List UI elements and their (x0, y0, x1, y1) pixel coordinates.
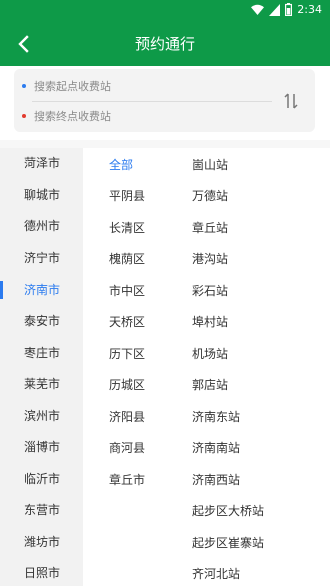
station-item[interactable]: 济南东站 (192, 405, 240, 429)
province-item[interactable]: 临沂市 (24, 467, 60, 491)
start-dot-icon (22, 84, 26, 88)
station-item[interactable]: 起步区大桥站 (192, 499, 264, 523)
station-item[interactable]: 崮山站 (192, 153, 228, 177)
province-item[interactable]: 东营市 (24, 498, 60, 522)
station-list: 崮山站 万德站 章丘站 港沟站 彩石站 埠村站 机场站 郭店站 济南东站 济南南… (170, 148, 330, 586)
start-station-input[interactable] (34, 79, 254, 93)
province-item[interactable]: 莱芜市 (24, 372, 60, 396)
province-item[interactable]: 枣庄市 (24, 341, 60, 365)
swap-button[interactable] (281, 91, 301, 111)
end-station-input[interactable] (34, 109, 254, 123)
district-item[interactable]: 济阳县 (109, 405, 145, 429)
district-item-selected[interactable]: 全部 (109, 153, 133, 177)
province-item-selected[interactable]: 济南市 (24, 278, 60, 302)
province-item[interactable]: 潍坊市 (24, 530, 60, 554)
district-item[interactable]: 长清区 (109, 216, 145, 240)
section-separator (0, 140, 330, 148)
station-item[interactable]: 埠村站 (192, 310, 228, 334)
back-button[interactable] (12, 32, 36, 56)
end-dot-icon (22, 114, 26, 118)
district-item[interactable]: 历城区 (109, 373, 145, 397)
swap-vertical-icon (284, 93, 298, 109)
district-item[interactable]: 平阴县 (109, 184, 145, 208)
status-bar: 2:34 (0, 0, 330, 22)
signal-icon (269, 3, 281, 16)
district-item[interactable]: 章丘市 (109, 468, 145, 492)
district-list: 全部 平阴县 长清区 槐荫区 市中区 天桥区 历下区 历城区 济阳县 商河县 章… (83, 148, 170, 586)
station-item[interactable]: 齐河北站 (192, 562, 240, 586)
app-bar: 预约通行 (0, 22, 330, 66)
station-item[interactable]: 郭店站 (192, 373, 228, 397)
province-item[interactable]: 德州市 (24, 214, 60, 238)
station-item[interactable]: 济南南站 (192, 436, 240, 460)
search-card (14, 69, 315, 132)
district-item[interactable]: 商河县 (109, 436, 145, 460)
search-divider (32, 101, 272, 102)
end-station-row (22, 105, 272, 127)
battery-icon (285, 3, 293, 16)
station-item[interactable]: 万德站 (192, 184, 228, 208)
station-item[interactable]: 起步区崔寨站 (192, 531, 264, 555)
district-item[interactable]: 历下区 (109, 342, 145, 366)
station-item[interactable]: 机场站 (192, 342, 228, 366)
province-item[interactable]: 济宁市 (24, 246, 60, 270)
status-icons: 2:34 (251, 3, 322, 16)
district-item[interactable]: 天桥区 (109, 310, 145, 334)
province-item[interactable]: 菏泽市 (24, 151, 60, 175)
province-item[interactable]: 淄博市 (24, 435, 60, 459)
chevron-left-icon (18, 35, 29, 53)
province-item[interactable]: 泰安市 (24, 309, 60, 333)
province-item[interactable]: 滨州市 (24, 404, 60, 428)
wifi-icon (251, 4, 265, 16)
province-selected-indicator (0, 281, 3, 299)
province-item[interactable]: 聊城市 (24, 183, 60, 207)
station-item[interactable]: 港沟站 (192, 247, 228, 271)
station-item[interactable]: 章丘站 (192, 216, 228, 240)
province-item[interactable]: 日照市 (24, 561, 60, 585)
station-item[interactable]: 彩石站 (192, 279, 228, 303)
district-item[interactable]: 槐荫区 (109, 247, 145, 271)
page-title: 预约通行 (134, 35, 195, 53)
province-list: 菏泽市 聊城市 德州市 济宁市 济南市 泰安市 枣庄市 莱芜市 滨州市 淄博市 … (0, 148, 83, 586)
start-station-row (22, 75, 272, 97)
district-item[interactable]: 市中区 (109, 279, 145, 303)
status-time: 2:34 (297, 3, 322, 16)
station-item[interactable]: 济南西站 (192, 468, 240, 492)
